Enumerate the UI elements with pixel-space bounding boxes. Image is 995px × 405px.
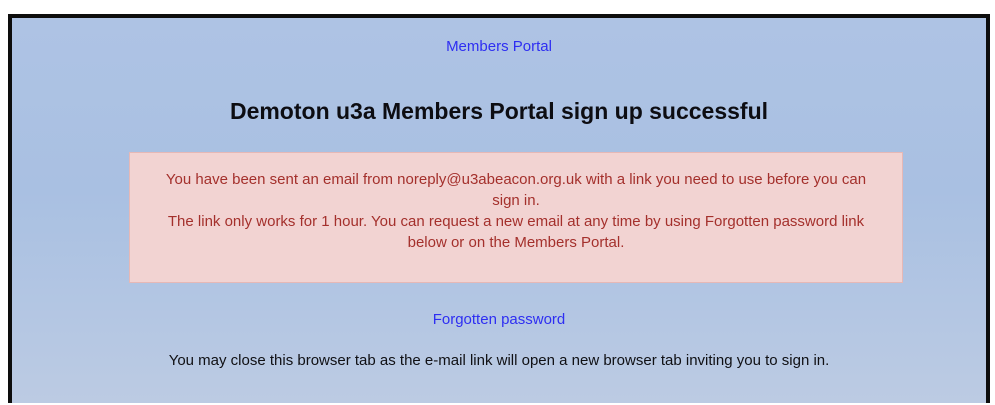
close-tab-note: You may close this browser tab as the e-… — [168, 352, 830, 369]
members-portal-link[interactable]: Members Portal — [12, 38, 986, 55]
notice-email-sent-text: You have been sent an email from noreply… — [165, 171, 867, 209]
page-frame: Members Portal Demoton u3a Members Porta… — [8, 14, 990, 403]
signup-notice-box: You have been sent an email from noreply… — [129, 152, 903, 283]
forgotten-password-link[interactable]: Forgotten password — [12, 311, 986, 328]
page-title: Demoton u3a Members Portal sign up succe… — [229, 98, 769, 124]
notice-link-expiry-text: The link only works for 1 hour. You can … — [167, 213, 865, 251]
